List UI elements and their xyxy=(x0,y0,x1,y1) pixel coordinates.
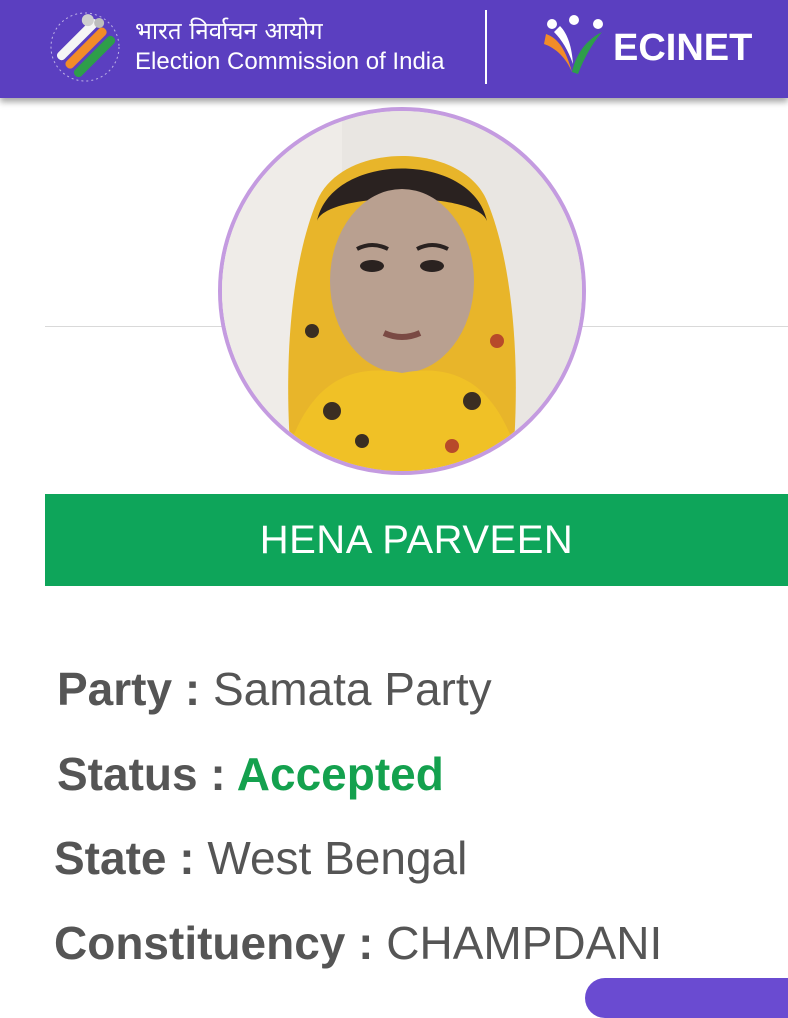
constituency-row: Constituency : CHAMPDANI xyxy=(54,915,662,971)
app-header: भारत निर्वाचन आयोग Election Commission o… xyxy=(0,0,788,98)
eci-logo-icon xyxy=(48,10,122,84)
constituency-label: Constituency xyxy=(54,917,346,969)
status-separator: : xyxy=(197,748,237,800)
header-divider xyxy=(485,10,487,84)
eci-hindi-title: भारत निर्वाचन आयोग xyxy=(135,17,323,45)
eci-title-block: भारत निर्वाचन आयोग Election Commission o… xyxy=(135,15,444,77)
party-label: Party xyxy=(57,663,173,715)
party-row: Party : Samata Party xyxy=(57,661,492,717)
party-separator: : xyxy=(172,663,213,715)
state-value: West Bengal xyxy=(207,832,468,884)
candidate-photo xyxy=(218,107,586,475)
eci-english-title: Election Commission of India xyxy=(135,48,445,75)
party-value: Samata Party xyxy=(212,663,492,715)
constituency-separator: : xyxy=(345,917,387,969)
ecinet-logo-icon xyxy=(540,14,608,80)
state-separator: : xyxy=(166,832,208,884)
state-row: State : West Bengal xyxy=(54,830,467,886)
constituency-value: CHAMPDANI xyxy=(386,917,663,969)
status-label: Status xyxy=(57,748,198,800)
candidate-name-banner: HENA PARVEEN xyxy=(45,494,788,586)
state-label: State xyxy=(54,832,167,884)
status-row: Status : Accepted xyxy=(57,746,444,802)
ecinet-wordmark: ECINET xyxy=(613,27,753,69)
status-value: Accepted xyxy=(236,748,444,800)
floating-action-button[interactable] xyxy=(585,978,788,1018)
